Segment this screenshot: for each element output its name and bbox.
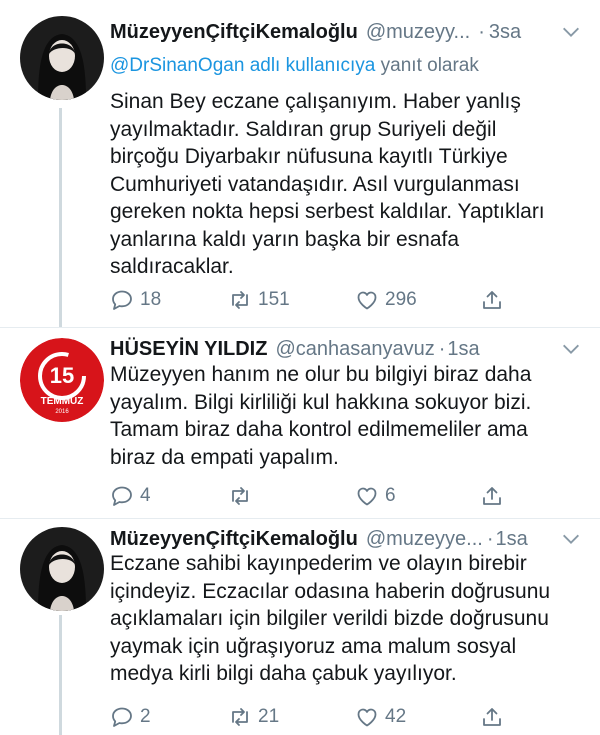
chevron-down-icon[interactable] xyxy=(560,21,582,43)
reply-context: @DrSinanOgan adlı kullanıcıya yanıt olar… xyxy=(110,55,479,77)
text-line: içindeyiz. Eczacılar odasına haberin doğ… xyxy=(110,579,551,603)
display-name[interactable]: MüzeyyenÇiftçiKemaloğlu xyxy=(110,21,358,44)
chevron-down-icon[interactable] xyxy=(560,528,582,550)
reply-count: 4 xyxy=(140,485,151,506)
separator-dot: · xyxy=(478,20,485,43)
separator-dot: · xyxy=(486,527,494,550)
reply-suffix: yanıt olarak xyxy=(380,55,479,76)
avatar-photo xyxy=(20,16,104,100)
text-line: Eczane sahibi kayınpederim ve olayın bir… xyxy=(110,552,527,575)
reply-icon xyxy=(112,707,132,727)
retweet-button[interactable] xyxy=(228,481,258,511)
reply-button[interactable]: 18 xyxy=(110,285,161,315)
tweet-1[interactable]: MüzeyyenÇiftçiKemaloğlu @muzeyy... · 3sa… xyxy=(0,0,600,327)
text-line: yayılmaktadır. Saldıran grup Suriyeli de… xyxy=(110,117,497,141)
share-icon xyxy=(483,487,501,505)
tweet-text: Eczane sahibi kayınpederim ve olayın bir… xyxy=(110,550,580,688)
tweet-3[interactable]: MüzeyyenÇiftçiKemaloğlu @muzeyye... · 1s… xyxy=(0,519,600,735)
chevron-down-icon[interactable] xyxy=(560,338,582,360)
retweet-count: 21 xyxy=(258,706,280,727)
text-line: Cumhuriyeti vatandaşıdır. Asıl vurgulanm… xyxy=(110,172,520,196)
timestamp[interactable]: 3sa xyxy=(489,21,521,44)
separator-dot: · xyxy=(438,337,446,360)
share-button[interactable] xyxy=(480,481,510,511)
text-line: Müzeyyen hanım ne olur bu bilgiyi biraz … xyxy=(110,363,532,386)
action-bar: 4 6 xyxy=(110,481,520,511)
share-button[interactable] xyxy=(480,285,510,315)
avatar-number: 15 xyxy=(50,363,74,388)
text-line: yayalım. Bilgi kirliliği kul hakkına sok… xyxy=(110,390,532,414)
share-icon xyxy=(483,291,501,309)
text-line: biraz da empati yapalım. xyxy=(110,445,339,469)
retweet-count: 151 xyxy=(258,289,290,310)
text-line: Tamam biraz daha kontrol edilmemeliler a… xyxy=(110,418,528,441)
text-line: medya kirli bilgi daha çabuk yayılıyor. xyxy=(110,662,457,685)
share-icon xyxy=(483,708,501,726)
reply-icon xyxy=(112,486,132,506)
avatar[interactable]: 15 TEMMUZ 2016 xyxy=(20,338,104,422)
like-button[interactable]: 6 xyxy=(355,481,396,511)
tweet-text: Müzeyyen hanım ne olur bu bilgiyi biraz … xyxy=(110,361,580,471)
display-name[interactable]: MüzeyyenÇiftçiKemaloğlu xyxy=(110,528,358,551)
like-count: 296 xyxy=(385,289,417,310)
thread-line xyxy=(59,108,62,327)
tweet-header: MüzeyyenÇiftçiKemaloğlu @muzeyy... · 3sa xyxy=(110,17,552,47)
like-icon xyxy=(357,487,377,506)
avatar-15-temmuz-logo: 15 TEMMUZ 2016 xyxy=(20,338,104,422)
reply-button[interactable]: 4 xyxy=(110,481,151,511)
tweet-text: Sinan Bey eczane çalışanıyım. Haber yanl… xyxy=(110,88,580,281)
retweet-button[interactable]: 21 xyxy=(228,702,279,732)
text-line: gereken nokta hepsi serbest kaldılar. Ya… xyxy=(110,200,545,223)
like-icon xyxy=(357,291,377,310)
user-handle[interactable]: @canhasanyavuz xyxy=(275,338,434,361)
like-icon xyxy=(357,708,377,727)
text-line: yanlarına kaldı yarın başka bir esnafa xyxy=(110,227,460,251)
user-handle[interactable]: @muzeyy... xyxy=(366,21,470,44)
text-line: açıklamaları için bilgiler verildi bizde… xyxy=(110,607,549,630)
reply-count: 2 xyxy=(140,706,151,727)
text-line: yaymak için uğraşıyoruz ama malum sosyal xyxy=(110,634,517,658)
timestamp[interactable]: 1sa xyxy=(447,338,479,361)
retweet-button[interactable]: 151 xyxy=(228,285,290,315)
avatar[interactable] xyxy=(20,16,104,100)
action-bar: 18 151 296 xyxy=(110,285,520,315)
avatar[interactable] xyxy=(20,527,104,611)
thread-line xyxy=(59,615,62,735)
display-name[interactable]: HÜSEYİN YILDIZ xyxy=(110,338,267,361)
share-button[interactable] xyxy=(480,702,510,732)
action-bar: 2 21 42 xyxy=(110,702,520,732)
like-count: 42 xyxy=(385,706,407,727)
text-line: Sinan Bey eczane çalışanıyım. Haber yanl… xyxy=(110,90,521,113)
like-button[interactable]: 296 xyxy=(355,285,417,315)
avatar-year: 2016 xyxy=(55,409,69,415)
reply-icon xyxy=(112,290,132,310)
avatar-label: TEMMUZ xyxy=(41,396,84,407)
tweet-header: HÜSEYİN YILDIZ @canhasanyavuz · 1sa xyxy=(110,334,552,364)
avatar-photo xyxy=(20,527,104,611)
like-button[interactable]: 42 xyxy=(355,702,406,732)
retweet-icon xyxy=(232,291,248,309)
tweet-2[interactable]: 15 TEMMUZ 2016 HÜSEYİN YILDIZ @canhasany… xyxy=(0,328,600,518)
retweet-icon xyxy=(232,708,248,726)
reply-count: 18 xyxy=(140,289,162,310)
retweet-icon xyxy=(232,487,248,505)
timestamp[interactable]: 1sa xyxy=(496,528,528,551)
like-count: 6 xyxy=(385,485,396,506)
text-line: birçoğu Diyarbakır nüfusuna kayıtlı Türk… xyxy=(110,145,508,168)
user-handle[interactable]: @muzeyye... xyxy=(366,528,483,551)
mention-link[interactable]: @DrSinanOgan adlı kullanıcıya xyxy=(110,55,375,76)
text-line: saldıracaklar. xyxy=(110,255,234,278)
reply-button[interactable]: 2 xyxy=(110,702,151,732)
